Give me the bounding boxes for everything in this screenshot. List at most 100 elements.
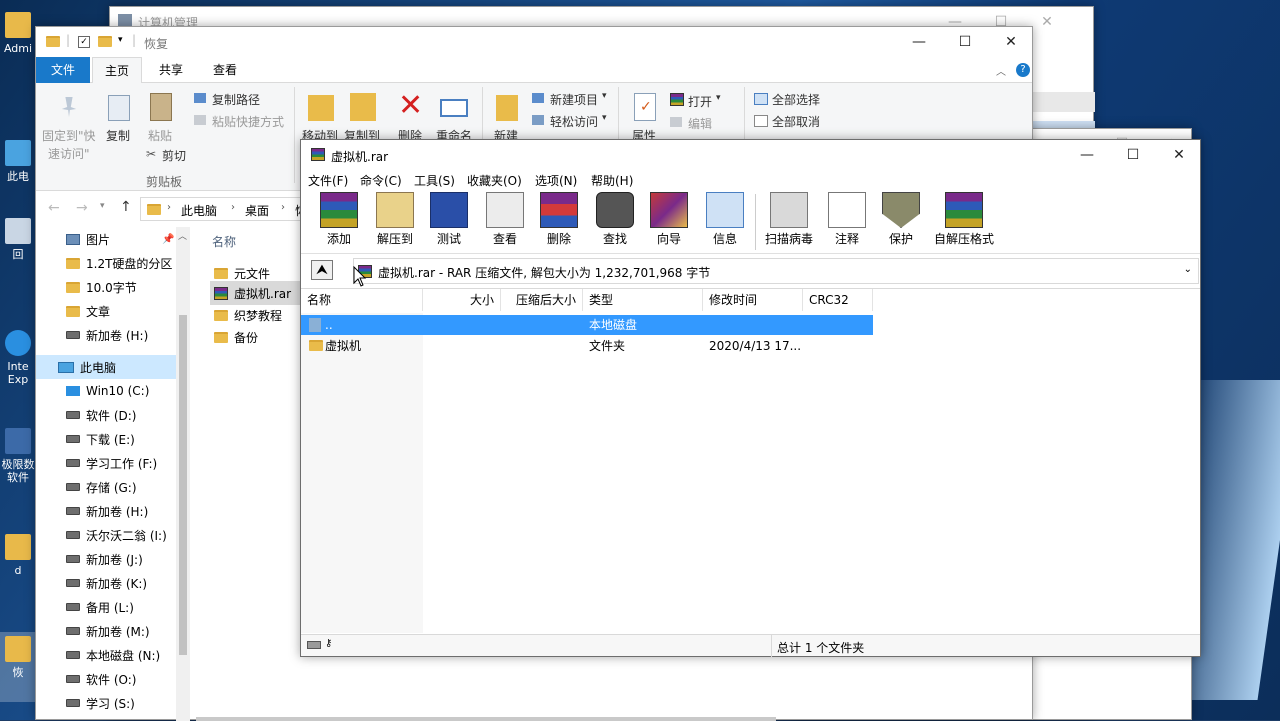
breadcrumb[interactable]: › 此电脑 › 桌面 › 恢 xyxy=(140,197,320,221)
nav-scrollbar[interactable]: ︿ xyxy=(176,227,190,721)
toolbar-info[interactable]: 信息 xyxy=(697,192,753,250)
nav-drive[interactable]: 学习 (S:) xyxy=(66,691,135,715)
desktop-icon-recycle[interactable]: 回 xyxy=(0,218,36,261)
desktop-icon-jixian[interactable]: 极限数 软件 xyxy=(0,428,36,484)
tab-share[interactable]: 共享 xyxy=(146,57,196,83)
toolbar-sfx[interactable]: 自解压格式 xyxy=(931,192,997,250)
nav-drive[interactable]: Win10 (C:) xyxy=(66,379,149,403)
column-header-name[interactable]: 名称 xyxy=(301,289,423,311)
toolbar-protect[interactable]: 保护 xyxy=(873,192,929,250)
new-folder-quick-icon[interactable] xyxy=(98,36,112,47)
edit-button[interactable]: 编辑 xyxy=(688,115,712,132)
horizontal-scrollbar[interactable] xyxy=(196,717,776,721)
menu-options[interactable]: 选项(N) xyxy=(535,172,577,189)
path-combobox[interactable]: 虚拟机.rar - RAR 压缩文件, 解包大小为 1,232,701,968 … xyxy=(353,258,1199,284)
copy-icon[interactable] xyxy=(108,95,130,121)
desktop-icon-restore[interactable]: 恢 xyxy=(0,632,36,702)
chevron-down-icon[interactable]: ⌄ xyxy=(1184,264,1192,275)
chevron-right-icon[interactable]: › xyxy=(167,202,171,213)
chevron-right-icon[interactable]: › xyxy=(231,202,235,213)
winrar-window[interactable]: 虚拟机.rar — ☐ ✕ 文件(F) 命令(C) 工具(S) 收藏夹(O) 选… xyxy=(300,139,1201,657)
forward-arrow-icon[interactable]: → xyxy=(76,200,88,216)
up-folder-button[interactable]: ⮝ xyxy=(311,260,333,280)
nav-drive[interactable]: 新加卷 (M:) xyxy=(66,619,150,643)
menu-file[interactable]: 文件(F) xyxy=(308,172,348,189)
select-all-button[interactable]: 全部选择 xyxy=(772,91,820,108)
menu-commands[interactable]: 命令(C) xyxy=(360,172,402,189)
desktop-icon-ie[interactable]: Inte Exp xyxy=(0,330,36,386)
chevron-down-icon[interactable]: ▾ xyxy=(602,91,607,101)
scroll-up-icon[interactable]: ︿ xyxy=(178,229,187,242)
nav-drive[interactable]: 学习工作 (F:) xyxy=(66,451,157,475)
toolbar-add[interactable]: 添加 xyxy=(311,192,367,250)
breadcrumb-desktop[interactable]: 桌面 xyxy=(245,202,269,219)
tab-file[interactable]: 文件 xyxy=(36,57,90,83)
paste-shortcut-button[interactable]: 粘贴快捷方式 xyxy=(212,113,284,130)
paste-icon[interactable] xyxy=(150,93,172,121)
nav-item[interactable]: 新加卷 (H:) xyxy=(66,323,148,347)
nav-drive[interactable]: 备用 (L:) xyxy=(66,595,134,619)
scrollbar-thumb[interactable] xyxy=(179,315,187,655)
nav-item[interactable]: 10.0字节 xyxy=(66,275,137,299)
toolbar-wizard[interactable]: 向导 xyxy=(641,192,697,250)
table-row[interactable]: 虚拟机 文件夹 2020/4/13 17... xyxy=(301,336,873,356)
menu-help[interactable]: 帮助(H) xyxy=(591,172,633,189)
open-button[interactable]: 打开 xyxy=(688,93,712,110)
column-header-type[interactable]: 类型 xyxy=(583,289,703,311)
up-arrow-icon[interactable]: ↑ xyxy=(120,199,132,215)
table-row[interactable]: .. 本地磁盘 xyxy=(301,315,873,335)
toolbar-delete[interactable]: 删除 xyxy=(531,192,587,250)
pin-icon[interactable]: 📌 xyxy=(162,234,174,245)
toolbar-comment[interactable]: 注释 xyxy=(819,192,875,250)
properties-quick-icon[interactable]: ✓ xyxy=(78,36,90,48)
column-header-name[interactable]: 名称 xyxy=(212,233,302,253)
copy-path-button[interactable]: 复制路径 xyxy=(212,91,260,108)
nav-drive[interactable]: 下载 (E:) xyxy=(66,427,135,451)
pin-quick-access-label[interactable]: 速访问" xyxy=(48,145,90,162)
paste-label[interactable]: 粘贴 xyxy=(148,127,172,144)
select-none-button[interactable]: 全部取消 xyxy=(772,113,820,130)
easy-access-button[interactable]: 轻松访问 xyxy=(550,113,598,130)
file-item[interactable]: 备份 xyxy=(214,325,258,349)
close-button[interactable]: ✕ xyxy=(988,27,1034,57)
chevron-down-icon[interactable]: ▾ xyxy=(602,113,607,123)
move-to-icon[interactable] xyxy=(308,95,334,121)
pin-quick-access-label[interactable]: 固定到"快 xyxy=(42,127,96,144)
new-item-button[interactable]: 新建项目 xyxy=(550,91,598,108)
desktop-icon-thispc[interactable]: 此电 xyxy=(0,140,36,183)
toolbar-extract[interactable]: 解压到 xyxy=(367,192,423,250)
nav-item[interactable]: 1.2T硬盘的分区 xyxy=(66,251,172,275)
desktop-icon-d[interactable]: d xyxy=(0,534,36,577)
nav-drive[interactable]: 新加卷 (H:) xyxy=(66,499,148,523)
file-item[interactable]: 织梦教程 xyxy=(214,303,282,327)
back-arrow-icon[interactable]: ← xyxy=(48,200,60,216)
nav-drive[interactable]: 软件 (O:) xyxy=(66,667,136,691)
minimize-button[interactable]: — xyxy=(896,27,942,57)
column-header-size[interactable]: 大小 xyxy=(423,289,501,311)
tab-view[interactable]: 查看 xyxy=(200,57,250,83)
breadcrumb-this-pc[interactable]: 此电脑 xyxy=(181,202,217,219)
toolbar-test[interactable]: 测试 xyxy=(421,192,477,250)
column-header-packed[interactable]: 压缩后大小 xyxy=(501,289,583,311)
nav-drive[interactable]: 本地磁盘 (N:) xyxy=(66,643,160,667)
column-header-modified[interactable]: 修改时间 xyxy=(703,289,803,311)
desktop-icon-admin[interactable]: Admi xyxy=(0,12,36,55)
minimize-button[interactable]: — xyxy=(1064,140,1110,170)
chevron-right-icon[interactable]: › xyxy=(281,202,285,213)
nav-item[interactable]: 文章 xyxy=(66,299,110,323)
nav-item-this-pc[interactable]: 此电脑 xyxy=(36,355,190,379)
chevron-down-icon[interactable]: ▾ xyxy=(716,93,721,103)
rename-icon[interactable] xyxy=(440,99,468,117)
close-button[interactable]: ✕ xyxy=(1156,140,1202,170)
new-folder-icon[interactable] xyxy=(496,95,518,121)
cut-button[interactable]: 剪切 xyxy=(162,147,186,164)
toolbar-find[interactable]: 查找 xyxy=(587,192,643,250)
menu-favorites[interactable]: 收藏夹(O) xyxy=(467,172,522,189)
chevron-down-icon[interactable]: ▾ xyxy=(118,35,123,45)
copy-label[interactable]: 复制 xyxy=(106,127,130,144)
nav-drive[interactable]: 软件 (D:) xyxy=(66,403,136,427)
nav-drive[interactable]: 存储 (G:) xyxy=(66,475,137,499)
pin-icon[interactable] xyxy=(61,97,77,117)
toolbar-virus-scan[interactable]: 扫描病毒 xyxy=(761,192,817,250)
collapse-ribbon-icon[interactable]: ︿ xyxy=(996,63,1006,78)
